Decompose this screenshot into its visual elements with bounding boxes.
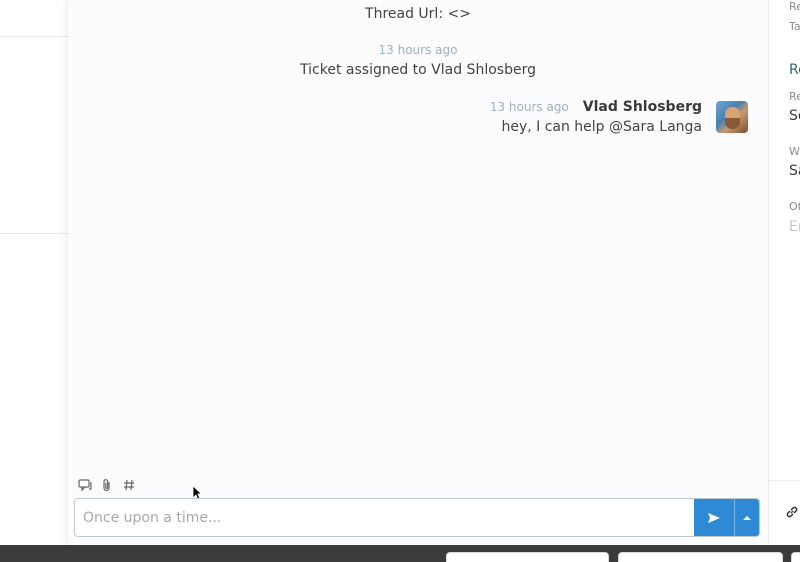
comment-icon[interactable] <box>78 478 92 492</box>
background-panel <box>0 0 70 545</box>
sidebar-label: W <box>789 145 800 158</box>
message-input[interactable] <box>75 499 694 536</box>
composer-toolbar <box>78 478 136 492</box>
message-header: 13 hours ago Vlad Shlosberg <box>490 99 702 115</box>
sidebar-value[interactable]: Sa <box>789 163 800 179</box>
message-author[interactable]: Vlad Shlosberg <box>583 99 702 115</box>
chat-panel: Thread Url: <> 13 hours ago Ticket assig… <box>68 0 768 545</box>
chat-message: 13 hours ago Vlad Shlosberg hey, I can h… <box>490 99 702 135</box>
system-event-text: Ticket assigned to Vlad Shlosberg <box>300 62 536 78</box>
sidebar-heading: Re <box>789 62 800 78</box>
sidebar-label: Ot <box>789 200 800 213</box>
sidebar-value[interactable]: So <box>789 108 800 124</box>
send-button[interactable] <box>694 499 734 536</box>
sidebar-footer <box>768 480 800 545</box>
hashtag-icon[interactable] <box>122 478 136 492</box>
divider <box>0 36 70 37</box>
bottom-tab[interactable] <box>618 552 783 562</box>
details-sidebar: Re Ta Re Re So W Sa Ot En <box>768 0 800 480</box>
sidebar-label: Re <box>789 0 800 13</box>
send-icon <box>708 512 720 523</box>
avatar[interactable] <box>716 101 748 133</box>
bottom-tab[interactable] <box>791 552 800 562</box>
send-options-button[interactable] <box>735 499 759 536</box>
message-composer <box>74 498 760 537</box>
message-timestamp: 13 hours ago <box>489 100 569 114</box>
caret-up-icon <box>743 515 751 520</box>
link-icon[interactable] <box>785 505 799 519</box>
divider <box>0 233 70 234</box>
avatar-beard <box>725 118 740 129</box>
thread-url-text: Thread Url: <> <box>365 6 471 22</box>
paperclip-icon[interactable] <box>100 478 114 492</box>
bottom-tab[interactable] <box>446 552 609 562</box>
sidebar-label: Re <box>789 90 800 103</box>
sidebar-label: Ta <box>789 20 800 33</box>
message-text: hey, I can help @Sara Langa <box>501 119 702 135</box>
system-event-timestamp: 13 hours ago <box>378 43 458 57</box>
sidebar-empty-field[interactable]: En <box>789 219 800 235</box>
